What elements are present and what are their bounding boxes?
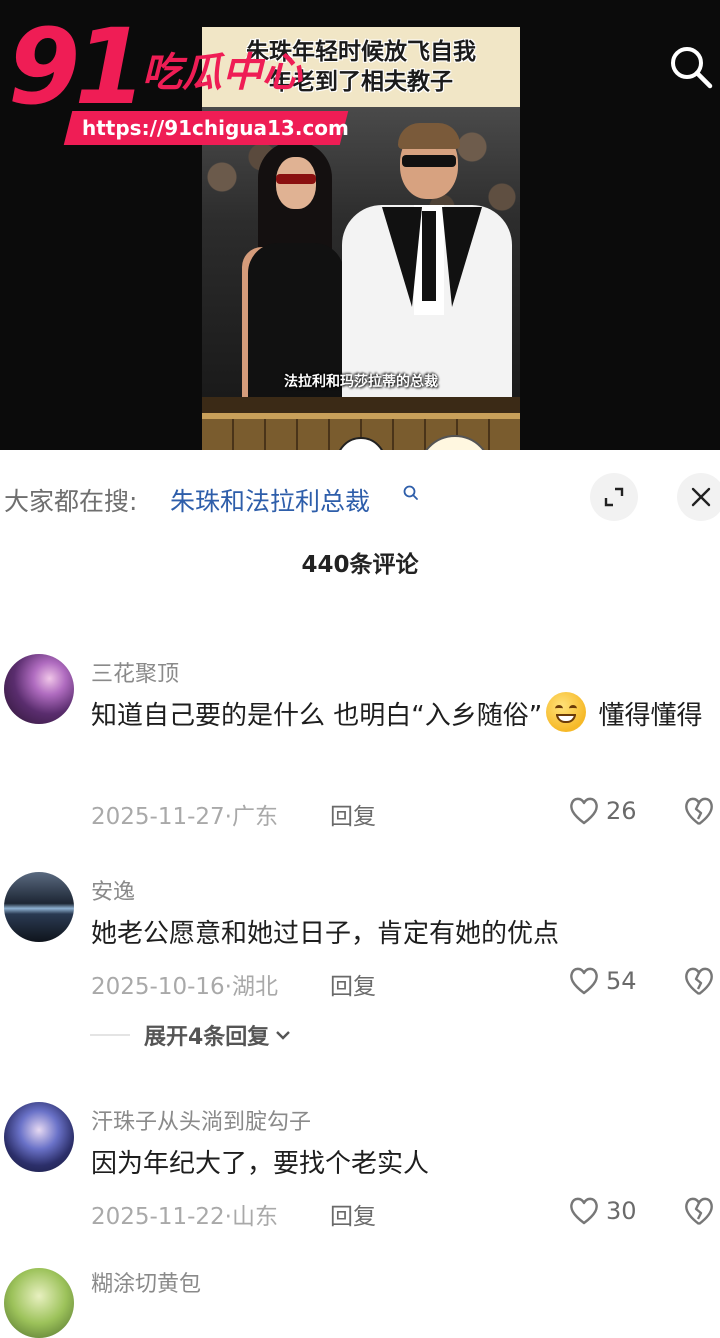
expand-button[interactable] <box>590 473 638 521</box>
like-count: 54 <box>606 967 637 995</box>
comment-username[interactable]: 糊涂切黄包 <box>91 1266 201 1298</box>
woman-figure <box>232 141 352 397</box>
video-board-graphic <box>202 397 520 450</box>
search-button[interactable] <box>668 44 714 90</box>
comment-date-location: 2025-11-22·山东 <box>91 1204 278 1230</box>
comment-text-part1: 知道自己要的是什么 也明白“入乡随俗” <box>91 701 543 731</box>
like-count: 26 <box>606 797 637 825</box>
comment-username[interactable]: 三花聚顶 <box>91 656 179 688</box>
suggestion-prefix: 大家都在搜: <box>4 487 138 516</box>
close-button[interactable] <box>677 473 720 521</box>
comment-date-location: 2025-10-16·湖北 <box>91 974 278 1000</box>
comment-text: 知道自己要的是什么 也明白“入乡随俗” 懂得懂得 <box>91 692 707 740</box>
grin-emoji-icon <box>546 692 587 732</box>
photo-caption: 法拉利和玛莎拉蒂的总裁 <box>284 374 438 390</box>
heart-icon <box>570 797 598 825</box>
comment-username[interactable]: 安逸 <box>91 874 135 906</box>
comment-text: 因为年纪大了，要找个老实人 <box>91 1149 430 1179</box>
video-photo: 法拉利和玛莎拉蒂的总裁 <box>202 107 520 397</box>
expand-icon <box>604 487 624 507</box>
comment-date-location: 2025-11-27·广东 <box>91 804 278 830</box>
like-button[interactable]: 54 <box>568 965 637 997</box>
divider <box>90 1034 130 1036</box>
broken-heart-icon[interactable] <box>682 1195 716 1227</box>
expand-replies-button[interactable]: 展开4条回复 <box>90 1018 293 1052</box>
comment-text-part2: 懂得懂得 <box>590 701 703 731</box>
search-suggestion-bar: 大家都在搜: 朱珠和法拉利总裁 <box>0 450 720 546</box>
broken-heart-icon[interactable] <box>682 965 716 997</box>
avatar[interactable] <box>4 1268 74 1338</box>
expand-replies-label: 展开4条回复 <box>144 1025 270 1050</box>
like-button[interactable]: 30 <box>568 1195 637 1227</box>
reply-button[interactable]: 回复 <box>330 1197 376 1231</box>
avatar[interactable] <box>4 654 74 724</box>
comment-text: 她老公愿意和她过日子，肯定有她的优点 <box>91 919 560 949</box>
comment-username[interactable]: 汗珠子从头淌到腚勾子 <box>91 1104 311 1136</box>
watermark-url-text: https://91chigua13.com <box>82 116 349 140</box>
comment-count: 440条评论 <box>301 552 419 578</box>
like-count: 30 <box>606 1197 637 1225</box>
broken-heart-icon[interactable] <box>682 795 716 827</box>
suggestion-query-link[interactable]: 朱珠和法拉利总裁 <box>170 482 370 518</box>
heart-icon <box>570 967 598 995</box>
heart-icon <box>570 1197 598 1225</box>
search-small-icon[interactable] <box>402 484 420 502</box>
avatar[interactable] <box>4 1102 74 1172</box>
man-figure <box>342 123 512 397</box>
close-icon <box>691 487 711 507</box>
search-icon <box>671 47 713 89</box>
watermark-url: https://91chigua13.com <box>63 111 349 145</box>
chevron-down-icon <box>276 1031 291 1040</box>
watermark-logo-name: 吃瓜中心 <box>142 50 302 96</box>
reply-button[interactable]: 回复 <box>330 967 376 1001</box>
avatar[interactable] <box>4 872 74 942</box>
reply-button[interactable]: 回复 <box>330 797 376 831</box>
video-player[interactable]: 朱珠年轻时候放飞自我 年老到了相夫教子 法拉利和玛莎拉蒂的总裁 91 吃瓜中心 … <box>0 0 720 450</box>
like-button[interactable]: 26 <box>568 795 637 827</box>
